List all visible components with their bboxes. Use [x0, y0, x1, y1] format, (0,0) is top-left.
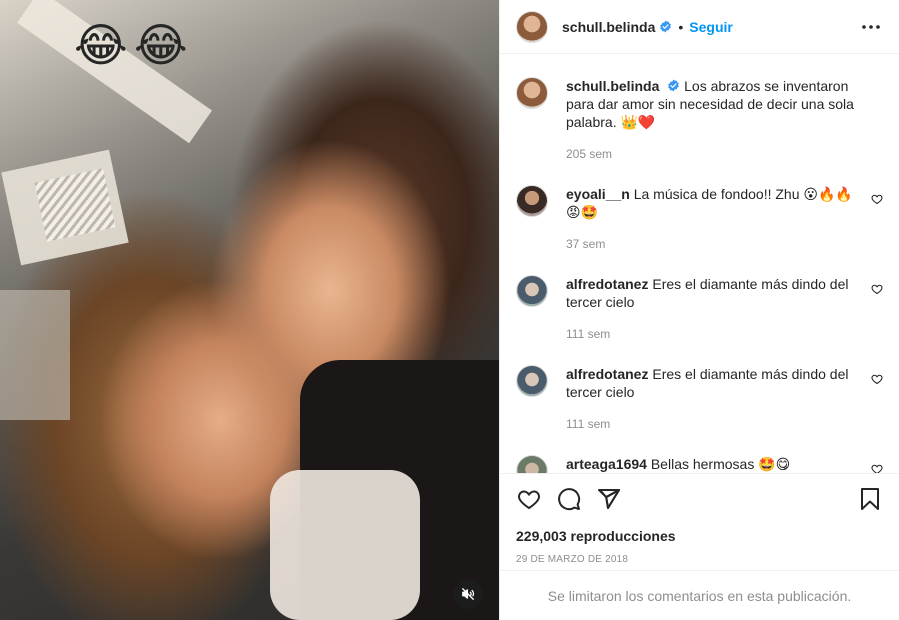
avatar[interactable] [516, 365, 548, 397]
list-item: arteaga1694 Bellas hermosas 🤩😋 [516, 455, 883, 473]
header-username[interactable]: schull.belinda [562, 19, 655, 35]
header-separator: • [678, 18, 684, 35]
comment-username[interactable]: alfredotanez [566, 276, 648, 292]
view-count[interactable]: 229,003 reproducciones [516, 528, 883, 544]
more-options-button[interactable] [859, 15, 883, 39]
avatar[interactable] [516, 275, 548, 307]
comment-username[interactable]: eyoali__n [566, 186, 630, 202]
caption-timestamp[interactable]: 205 sem [566, 145, 861, 163]
mute-icon [462, 588, 475, 600]
like-comment-icon[interactable] [871, 373, 883, 385]
follow-button[interactable]: Seguir [689, 19, 733, 35]
post-header: schull.belinda • Seguir [500, 0, 899, 54]
comment-icon [558, 488, 581, 511]
post-caption: schull.belinda Los abrazos se inventaron… [516, 77, 883, 163]
background-block [0, 290, 70, 420]
like-comment-icon[interactable] [871, 463, 883, 473]
avatar[interactable] [516, 77, 548, 109]
avatar[interactable] [516, 10, 548, 43]
list-item: eyoali__n La música de fondoo!! Zhu 😮🔥🔥😡… [516, 185, 883, 253]
comments-list[interactable]: schull.belinda Los abrazos se inventaron… [500, 55, 899, 473]
background-shirt [270, 470, 420, 620]
action-icons-row [516, 486, 883, 512]
mute-button[interactable] [453, 579, 483, 609]
heart-icon [518, 490, 540, 510]
post-actions: 229,003 reproducciones 29 de marzo de 20… [500, 473, 899, 565]
share-icon [598, 489, 620, 509]
post-sidebar: schull.belinda • Seguir schull.belinda L… [499, 0, 899, 620]
comment-text: Bellas hermosas 🤩😋 [650, 456, 791, 472]
post-media-video[interactable]: 😂 😂 [0, 0, 499, 620]
comments-limited-notice: Se limitaron los comentarios en esta pub… [500, 570, 899, 620]
comment-username[interactable]: arteaga1694 [566, 456, 647, 472]
laughing-emoji-sticker: 😂 [74, 18, 128, 72]
comment-timestamp[interactable]: 37 sem [566, 235, 861, 253]
comment-timestamp[interactable]: 111 sem [566, 415, 861, 433]
avatar[interactable] [516, 185, 548, 217]
save-button[interactable] [857, 486, 883, 512]
laughing-emoji-sticker: 😂 [134, 18, 188, 72]
verified-icon [660, 20, 672, 33]
share-button[interactable] [596, 486, 622, 512]
verified-icon [668, 79, 680, 92]
comment-timestamp[interactable]: 111 sem [566, 325, 861, 343]
save-icon [861, 488, 879, 510]
list-item: alfredotanez Eres el diamante más dindo … [516, 275, 883, 343]
avatar[interactable] [516, 455, 548, 473]
more-icon [862, 24, 880, 29]
like-button[interactable] [516, 486, 542, 512]
comment-button[interactable] [556, 486, 582, 512]
list-item: alfredotanez Eres el diamante más dindo … [516, 365, 883, 433]
comment-username[interactable]: alfredotanez [566, 366, 648, 382]
like-comment-icon[interactable] [871, 193, 883, 205]
post-date[interactable]: 29 de marzo de 2018 [516, 554, 883, 565]
like-comment-icon[interactable] [871, 283, 883, 295]
caption-username[interactable]: schull.belinda [566, 78, 659, 94]
